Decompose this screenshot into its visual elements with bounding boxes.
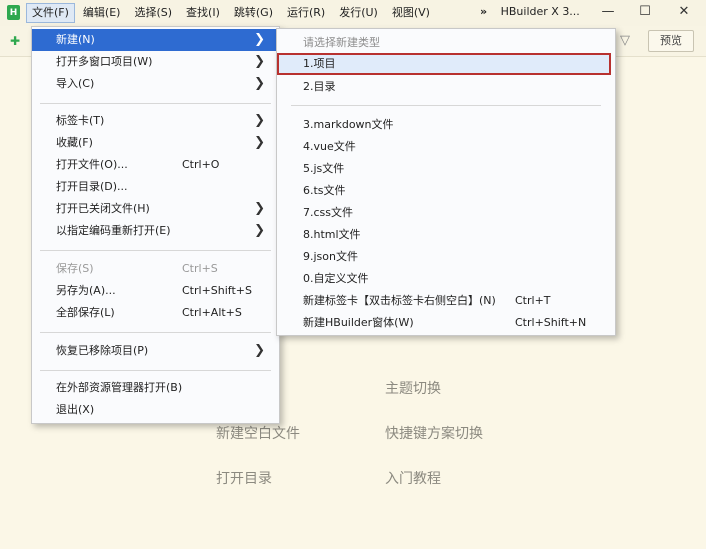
chevron-right-icon: ❯ bbox=[254, 201, 265, 216]
menu-run[interactable]: 运行(R) bbox=[281, 3, 331, 23]
new-file-icon[interactable]: ✚ bbox=[10, 34, 20, 48]
chevron-right-icon: ❯ bbox=[254, 54, 265, 69]
menu-item-new-window[interactable]: 新建HBuilder窗体(W) Ctrl+Shift+N bbox=[277, 312, 615, 334]
file-menu: 新建(N) ❯ 打开多窗口项目(W) ❯ 导入(C) ❯ 标签卡(T) ❯ 收藏… bbox=[31, 26, 280, 424]
maximize-button[interactable]: ☐ bbox=[635, 3, 655, 21]
chevron-right-icon: ❯ bbox=[254, 343, 265, 358]
menu-item-open-multi-window[interactable]: 打开多窗口项目(W) ❯ bbox=[32, 51, 279, 73]
menu-item-new-custom[interactable]: 0.自定义文件 bbox=[277, 268, 615, 290]
menu-item-tabs[interactable]: 标签卡(T) ❯ bbox=[32, 110, 279, 132]
hbuilder-logo-icon: H bbox=[7, 5, 20, 20]
separator bbox=[40, 250, 271, 251]
menu-item-new-ts[interactable]: 6.ts文件 bbox=[277, 180, 615, 202]
separator bbox=[291, 105, 601, 106]
menu-item-restore-removed[interactable]: 恢复已移除项目(P) ❯ bbox=[32, 340, 279, 362]
menu-item-open-closed-file[interactable]: 打开已关闭文件(H) ❯ bbox=[32, 198, 279, 220]
menu-item-new-tab[interactable]: 新建标签卡【双击标签卡右侧空白】(N) Ctrl+T bbox=[277, 290, 615, 312]
menu-item-exit[interactable]: 退出(X) bbox=[32, 399, 279, 421]
menu-item-new-markdown[interactable]: 3.markdown文件 bbox=[277, 114, 615, 136]
keymap-switch-link[interactable]: 快捷键方案切换 bbox=[385, 423, 483, 443]
menu-item-reopen-encoding[interactable]: 以指定编码重新打开(E) ❯ bbox=[32, 220, 279, 242]
close-button[interactable]: ✕ bbox=[674, 3, 694, 21]
window-title: » HBuilder X 3... bbox=[480, 5, 580, 18]
menu-item-open-file[interactable]: 打开文件(O)... Ctrl+O bbox=[32, 154, 279, 176]
chevron-right-icon: ❯ bbox=[254, 113, 265, 128]
separator bbox=[40, 370, 271, 371]
menu-item-favorites[interactable]: 收藏(F) ❯ bbox=[32, 132, 279, 154]
menu-goto[interactable]: 跳转(G) bbox=[228, 3, 279, 23]
overflow-chevron-icon[interactable]: » bbox=[480, 5, 487, 18]
menu-item-new-json[interactable]: 9.json文件 bbox=[277, 246, 615, 268]
menu-item-new-project[interactable]: 1.项目 bbox=[277, 53, 611, 75]
app-title: HBuilder X 3... bbox=[500, 5, 580, 18]
menu-item-open-directory[interactable]: 打开目录(D)... bbox=[32, 176, 279, 198]
minimize-button[interactable]: — bbox=[598, 3, 618, 21]
menu-bar: 文件(F) 编辑(E) 选择(S) 查找(I) 跳转(G) 运行(R) 发行(U… bbox=[26, 3, 438, 23]
menu-publish[interactable]: 发行(U) bbox=[333, 3, 384, 23]
menu-file[interactable]: 文件(F) bbox=[26, 3, 75, 23]
menu-item-new-directory[interactable]: 2.目录 bbox=[277, 76, 615, 98]
new-blank-file-link[interactable]: 新建空白文件 bbox=[216, 423, 300, 443]
chevron-right-icon: ❯ bbox=[254, 76, 265, 91]
menu-find[interactable]: 查找(I) bbox=[180, 3, 226, 23]
title-bar: H 文件(F) 编辑(E) 选择(S) 查找(I) 跳转(G) 运行(R) 发行… bbox=[0, 0, 706, 26]
menu-select[interactable]: 选择(S) bbox=[128, 3, 178, 23]
chevron-right-icon: ❯ bbox=[254, 32, 265, 47]
menu-item-open-in-explorer[interactable]: 在外部资源管理器打开(B) bbox=[32, 377, 279, 399]
menu-item-new-html[interactable]: 8.html文件 bbox=[277, 224, 615, 246]
menu-item-new-vue[interactable]: 4.vue文件 bbox=[277, 136, 615, 158]
menu-view[interactable]: 视图(V) bbox=[386, 3, 436, 23]
menu-item-new[interactable]: 新建(N) ❯ bbox=[32, 29, 279, 51]
separator bbox=[40, 103, 271, 104]
new-submenu: 请选择新建类型 1.项目 2.目录 3.markdown文件 4.vue文件 5… bbox=[276, 28, 616, 336]
open-directory-link[interactable]: 打开目录 bbox=[216, 468, 272, 488]
chevron-right-icon: ❯ bbox=[254, 223, 265, 238]
preview-button[interactable]: 预览 bbox=[648, 30, 694, 52]
menu-edit[interactable]: 编辑(E) bbox=[77, 3, 127, 23]
menu-item-save[interactable]: 保存(S) Ctrl+S bbox=[32, 258, 279, 280]
submenu-header: 请选择新建类型 bbox=[303, 36, 380, 49]
menu-item-new-js[interactable]: 5.js文件 bbox=[277, 158, 615, 180]
filter-icon[interactable]: ▽ bbox=[620, 33, 630, 48]
menu-item-save-all[interactable]: 全部保存(L) Ctrl+Alt+S bbox=[32, 302, 279, 324]
chevron-right-icon: ❯ bbox=[254, 135, 265, 150]
menu-item-save-as[interactable]: 另存为(A)... Ctrl+Shift+S bbox=[32, 280, 279, 302]
theme-switch-link[interactable]: 主题切换 bbox=[385, 378, 441, 398]
separator bbox=[40, 332, 271, 333]
menu-item-import[interactable]: 导入(C) ❯ bbox=[32, 73, 279, 95]
menu-item-new-css[interactable]: 7.css文件 bbox=[277, 202, 615, 224]
tutorial-link[interactable]: 入门教程 bbox=[385, 468, 441, 488]
